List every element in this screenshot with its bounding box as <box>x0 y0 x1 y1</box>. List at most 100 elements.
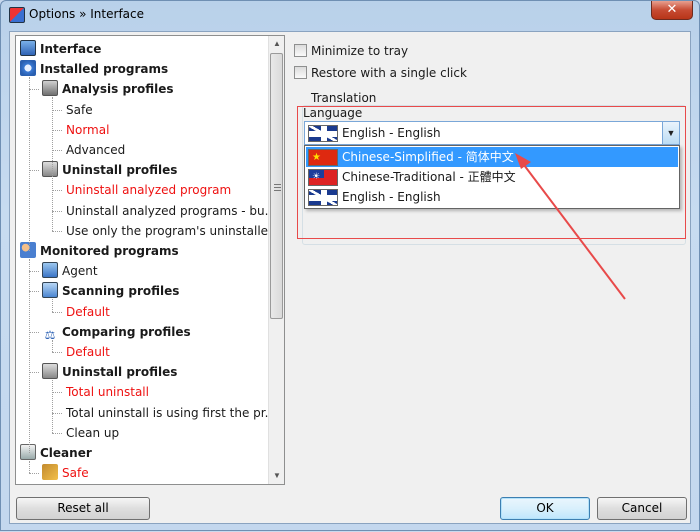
tree-item[interactable]: Agent <box>42 261 98 281</box>
language-option-chinese-simplified[interactable]: Chinese-Simplified - 简体中文 <box>306 147 678 168</box>
title-bar[interactable]: Options » Interface ✕ <box>1 1 699 29</box>
tree-connector <box>29 89 39 91</box>
tree-item[interactable]: Cleaner <box>20 443 92 463</box>
tree-item-label: Default <box>66 345 110 359</box>
tree-item-label: Total uninstall <box>66 385 149 400</box>
language-label: Language <box>303 106 363 120</box>
language-dropdown-list: Chinese-Simplified - 简体中文 Chinese-Tradit… <box>304 145 680 209</box>
cancel-button[interactable]: Cancel <box>597 497 687 520</box>
tree-item-label: Analysis profiles <box>62 82 174 97</box>
options-tree: Interface Installed programs Analysis prof… <box>15 35 285 485</box>
language-combobox[interactable]: English - English ▼ <box>304 121 680 145</box>
tree-item[interactable]: Advanced <box>66 140 125 160</box>
tree-list: Interface Installed programs Analysis prof… <box>16 36 270 484</box>
tree-item[interactable]: Safe <box>42 463 89 483</box>
tree-connector <box>52 380 53 433</box>
tree-scrollbar[interactable]: ▲ ▼ <box>268 36 284 484</box>
minimize-to-tray-checkbox-row[interactable]: Minimize to tray <box>294 42 408 60</box>
language-option-label: Chinese-Traditional - 正體中文 <box>342 170 516 184</box>
tree-connector <box>52 352 62 353</box>
tree-item-label: Advanced <box>66 143 126 157</box>
tree-connector <box>52 230 62 232</box>
tree-item[interactable]: ⚖ Comparing profiles <box>42 322 191 342</box>
reset-all-button[interactable]: Reset all <box>16 497 150 520</box>
tree-item[interactable]: Analysis profiles <box>42 79 173 99</box>
broom-icon <box>42 464 58 481</box>
restore-single-click-label: Restore with a single click <box>311 66 467 80</box>
scan-icon <box>42 282 58 299</box>
taiwan-flag-icon <box>308 167 338 187</box>
tree-item[interactable]: Interface <box>20 39 101 59</box>
language-option-label: English - English <box>342 190 441 204</box>
tree-item[interactable]: Uninstall analyzed programs - bu... <box>66 201 270 221</box>
scroll-up-arrow-icon[interactable]: ▲ <box>269 36 285 52</box>
tree-item-label: Agent <box>62 264 98 279</box>
tree-connector <box>29 291 39 293</box>
tree-item[interactable]: Normal <box>66 120 109 140</box>
tree-connector <box>29 259 30 453</box>
tree-item[interactable]: Total uninstall is using first the pr... <box>66 403 270 423</box>
tree-item-label: Scanning profiles <box>62 284 180 299</box>
tree-item[interactable]: Uninstall profiles <box>42 160 177 180</box>
tree-connector <box>52 339 53 352</box>
tree-connector <box>52 190 62 192</box>
tree-item[interactable]: Clean up <box>66 423 119 443</box>
tree-connector <box>52 412 62 414</box>
tree-item-label: Interface <box>40 42 102 56</box>
tree-item[interactable]: Total uninstall <box>66 382 149 402</box>
tree-item[interactable]: Use only the program's uninstaller <box>66 221 270 241</box>
tree-connector <box>29 473 39 475</box>
minimize-to-tray-label: Minimize to tray <box>311 44 409 58</box>
tree-connector <box>52 311 62 313</box>
window-title: Options » Interface <box>29 7 144 21</box>
tree-connector <box>52 299 53 312</box>
tree-item-label: Uninstall profiles <box>62 163 178 178</box>
tree-item-label: Safe <box>66 102 93 117</box>
tree-item-label: Cleaner <box>40 446 92 460</box>
language-option-english[interactable]: English - English <box>306 187 678 207</box>
tree-item[interactable]: Uninstall analyzed program <box>66 180 231 200</box>
tree-connector <box>29 461 30 474</box>
tree-item[interactable]: Default <box>66 342 110 362</box>
language-option-chinese-traditional[interactable]: Chinese-Traditional - 正體中文 <box>306 167 678 187</box>
dialog-client-area: Interface Installed programs Analysis prof… <box>9 31 691 524</box>
chevron-down-icon[interactable]: ▼ <box>662 122 679 144</box>
tree-item-label: Total uninstall is using first the pr... <box>66 405 270 420</box>
restore-single-click-checkbox-row[interactable]: Restore with a single click <box>294 64 467 82</box>
tree-item[interactable]: Scanning profiles <box>42 281 179 301</box>
tree-item[interactable]: Installed programs <box>20 59 168 79</box>
tree-item-label: Use only the program's uninstaller <box>66 223 270 238</box>
minimize-to-tray-checkbox[interactable] <box>294 44 307 57</box>
tree-connector <box>29 77 30 251</box>
tree-item[interactable]: Safe <box>66 100 93 120</box>
tree-connector <box>29 372 39 374</box>
tree-item[interactable]: Default <box>66 302 110 322</box>
tree-item[interactable]: Monitored programs <box>20 241 179 261</box>
tree-item-label: Default <box>66 304 110 319</box>
scroll-down-arrow-icon[interactable]: ▼ <box>269 468 285 484</box>
close-button[interactable]: ✕ <box>651 1 693 20</box>
agent-icon <box>42 262 58 279</box>
tree-connector <box>29 170 39 172</box>
tree-connector <box>52 129 62 131</box>
cleaner-icon <box>20 444 36 460</box>
scale-icon: ⚖ <box>44 327 56 342</box>
uk-flag-icon <box>308 125 338 142</box>
restore-single-click-checkbox[interactable] <box>294 66 307 79</box>
people-icon <box>20 242 36 258</box>
tree-connector <box>29 331 39 333</box>
tree-item-label: Clean up <box>66 425 120 440</box>
tree-item[interactable]: Uninstall profiles <box>42 362 177 382</box>
tree-item-label: Uninstall profiles <box>62 365 178 380</box>
tree-connector <box>29 271 39 273</box>
tree-item-label: Uninstall analyzed program <box>66 183 232 198</box>
options-window: Options » Interface ✕ Interface Installed… <box>0 0 700 531</box>
tree-item-label: Installed programs <box>40 62 169 77</box>
tree-connector <box>52 97 53 231</box>
analysis-icon <box>42 80 58 97</box>
scroll-thumb[interactable] <box>270 53 283 319</box>
tree-connector <box>52 109 62 111</box>
tree-connector <box>52 210 62 212</box>
tree-item-label: Safe <box>62 466 89 481</box>
ok-button[interactable]: OK <box>500 497 590 520</box>
